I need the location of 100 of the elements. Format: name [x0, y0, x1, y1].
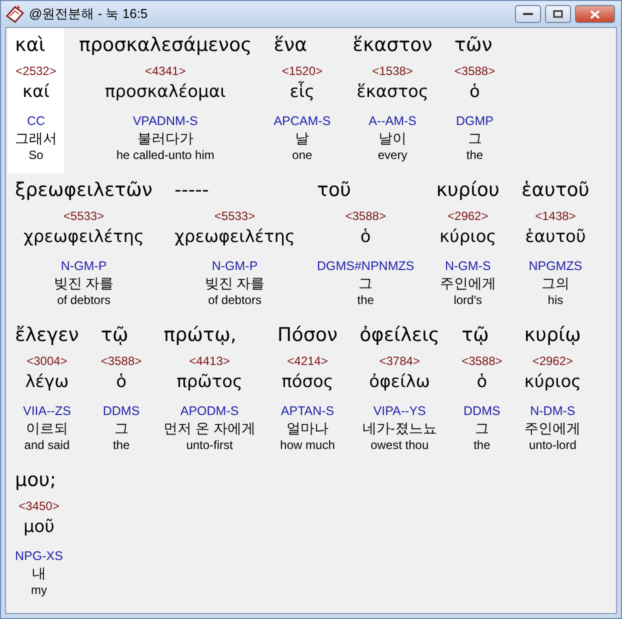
english-gloss: the [357, 293, 374, 308]
word-cell[interactable]: ----- <5533> χρεωφειλέτης N-GM-P 빚진 자를 of debtors [168, 173, 302, 318]
minimize-button[interactable] [515, 5, 541, 23]
english-gloss: lord's [454, 293, 482, 308]
strong-number: <5533> [214, 208, 256, 224]
strong-number: <4413> [189, 353, 230, 369]
greek-word: προσκαλεσάμενος [79, 33, 252, 58]
morphology-code: DGMP [456, 113, 494, 129]
english-gloss: unto-lord [529, 438, 576, 453]
lemma: ὀφείλω [369, 371, 430, 394]
english-gloss: the [466, 148, 484, 163]
strong-number: <5533> [63, 208, 104, 224]
korean-gloss: 주인에게 [524, 419, 581, 438]
word-cell[interactable]: ὀφείλεις <3784> ὀφείλω VIPA--YS 네가-졌느뇨 owest thou [352, 318, 447, 463]
lemma: ἑαυτοῦ [525, 226, 586, 249]
word-cell[interactable]: ξρεωφειλετῶν <5533> χρεωφειλέτης N-GM-P 빚진 자를 of debtors [8, 173, 160, 318]
strong-number: <1538> [372, 63, 413, 79]
greek-word: ἔλεγεν [15, 323, 79, 348]
word-cell[interactable]: ἔλεγεν <3004> λέγω VIIA--ZS 이르되 and said [8, 318, 86, 463]
korean-gloss: 불러다가 [137, 129, 194, 148]
english-gloss: he called-unto him [116, 148, 214, 163]
strong-number: <2532> [16, 63, 56, 79]
strong-number: <2962> [448, 208, 488, 224]
morphology-code: N-GM-P [212, 258, 258, 274]
greek-word: ἑαυτοῦ [522, 178, 590, 203]
strong-number: <3588> [100, 353, 142, 369]
morphology-code: N-GM-P [60, 258, 107, 274]
strong-number: <2962> [532, 353, 574, 369]
word-cell[interactable]: ἕκαστον <1538> ἕκαστος A--AM-S 날이 every [346, 28, 440, 173]
korean-gloss: 이르되 [26, 419, 68, 438]
strong-number: <3588> [345, 208, 386, 224]
lemma: κύριος [524, 371, 582, 394]
english-gloss: of debtors [57, 293, 110, 308]
lemma: λέγω [25, 371, 69, 394]
korean-gloss: 그 [474, 419, 489, 438]
word-cell[interactable]: τῷ <3588> ὁ DDMS 그 the [94, 318, 149, 463]
english-gloss: and said [24, 438, 70, 453]
word-cell[interactable]: τῷ <3588> ὁ DDMS 그 the [454, 318, 510, 463]
greek-word: τῷ [462, 323, 489, 348]
greek-word: μου; [15, 468, 56, 493]
greek-word: ἕνα [274, 33, 308, 58]
english-gloss: of debtors [208, 293, 262, 308]
english-gloss: the [474, 438, 490, 453]
greek-word: Πόσον [277, 323, 338, 348]
maximize-button[interactable] [545, 5, 571, 23]
korean-gloss: 날 [295, 129, 310, 148]
english-gloss: how much [280, 438, 335, 453]
english-gloss: his [548, 293, 564, 308]
close-button[interactable] [575, 5, 615, 23]
word-cell[interactable]: κυρίῳ <2962> κύριος N-DM-S 주인에게 unto-lord [517, 318, 588, 463]
korean-gloss: 빚진 자를 [204, 274, 265, 293]
english-gloss: So [28, 148, 44, 163]
lemma: μοῦ [23, 516, 54, 539]
minimize-icon [523, 12, 533, 16]
word-cell[interactable]: καὶ <2532> καί CC 그래서 So [8, 28, 64, 173]
korean-gloss: 먼저 온 자에게 [164, 419, 256, 438]
word-cell[interactable]: πρώτῳ, <4413> πρῶτος APODM-S 먼저 온 자에게 unto-first [156, 318, 262, 463]
word-cell[interactable]: τῶν <3588> ὁ DGMP 그 the [447, 28, 502, 173]
korean-gloss: 그의 [541, 274, 570, 293]
greek-word: ξρεωφειλετῶν [15, 178, 153, 203]
word-cell[interactable]: προσκαλεσάμενος <4341> προσκαλέομαι VPADNM-S 불러다가 he called-unto him [72, 28, 259, 173]
morphology-code: N-DM-S [530, 403, 576, 419]
close-icon [590, 10, 600, 18]
lemma: πρῶτος [176, 371, 242, 394]
word-cell[interactable]: κυρίου <2962> κύριος N-GM-S 주인에게 lord's [429, 173, 507, 318]
morphology-code: DDMS [102, 403, 140, 419]
lemma: χρεωφειλέτης [174, 226, 295, 249]
korean-gloss: 얼마나 [286, 419, 329, 438]
greek-word: τῶν [454, 33, 492, 58]
word-cell[interactable]: μου; <3450> μοῦ NPG-XS 내 my [8, 463, 70, 608]
morphology-code: DGMS#NPNMZS [316, 258, 414, 274]
window-title: @원전분해 - 눅 16:5 [29, 5, 149, 23]
english-gloss: one [292, 148, 312, 163]
english-gloss: every [378, 148, 408, 163]
word-cell[interactable]: τοῦ <3588> ὁ DGMS#NPNMZS 그 the [310, 173, 422, 318]
greek-word: τοῦ [316, 178, 352, 203]
morphology-code: APODM-S [180, 403, 239, 419]
greek-word: τῷ [100, 323, 128, 348]
greek-word: κυρίου [436, 178, 500, 203]
strong-number: <3588> [462, 353, 502, 369]
lemma: χρεωφειλέτης [24, 226, 144, 249]
morphology-code: APCAM-S [274, 113, 331, 129]
morphology-code: VIPA--YS [373, 403, 426, 419]
english-gloss: the [112, 438, 130, 453]
english-gloss: unto-first [186, 438, 233, 453]
korean-gloss: 주인에게 [440, 274, 496, 293]
morphology-code: A--AM-S [368, 113, 416, 129]
lemma: καί [22, 81, 50, 104]
morphology-code: N-GM-S [444, 258, 491, 274]
word-cell[interactable]: ἕνα <1520> εἷς APCAM-S 날 one [266, 28, 338, 173]
korean-gloss: 그 [114, 419, 128, 438]
strong-number: <1520> [282, 63, 323, 79]
word-cell[interactable]: Πόσον <4214> πόσος APTAN-S 얼마나 how much [270, 318, 345, 463]
morphology-code: VPADNM-S [132, 113, 198, 129]
morphology-code: APTAN-S [280, 403, 334, 419]
word-cell[interactable]: ἑαυτοῦ <1438> ἑαυτοῦ NPGMZS 그의 his [514, 173, 596, 318]
lemma: ὁ [476, 371, 488, 394]
lemma: προσκαλέομαι [104, 81, 226, 104]
lemma: ὁ [116, 371, 126, 394]
greek-word: κυρίῳ [524, 323, 581, 348]
